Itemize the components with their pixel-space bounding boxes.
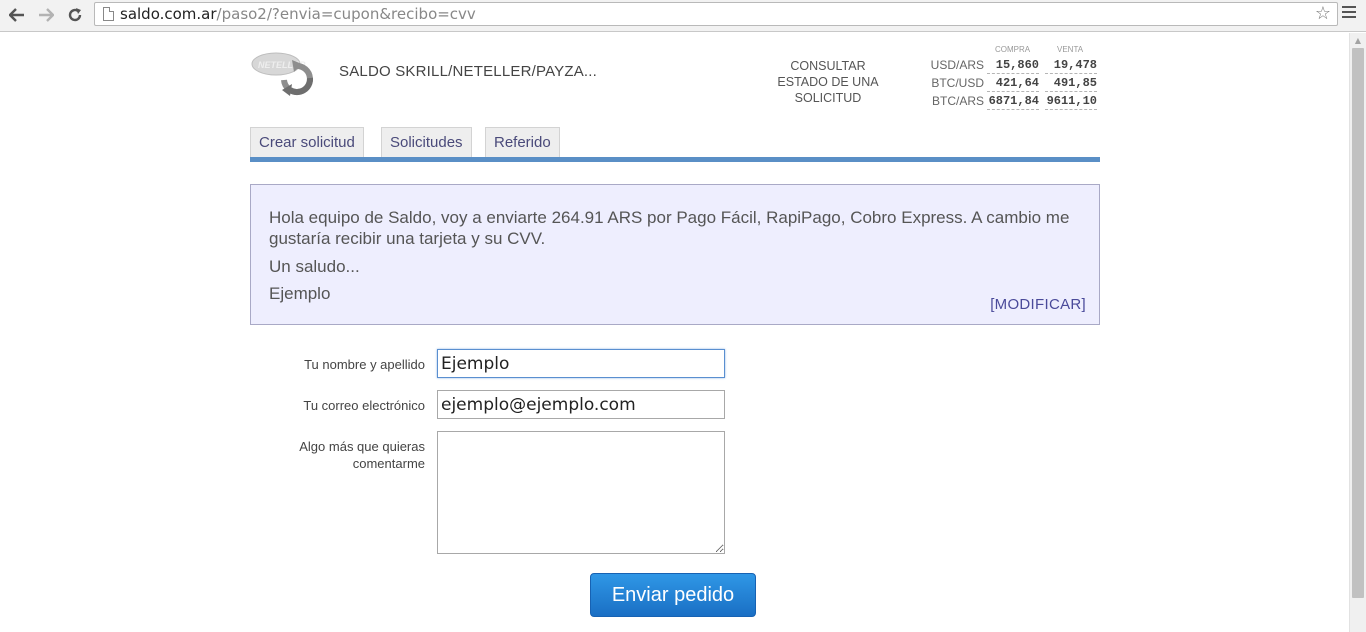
scroll-thumb[interactable] [1352, 48, 1364, 598]
rate-buy[interactable]: 6871,84 [987, 94, 1039, 110]
message-signature: Ejemplo [269, 284, 331, 303]
page-icon [103, 7, 114, 21]
email-label: Tu correo electrónico [303, 398, 425, 413]
message-text: Hola equipo de Saldo, voy a enviarte 264… [269, 208, 1070, 248]
name-input[interactable] [437, 349, 725, 378]
address-bar[interactable]: saldo.com.ar/paso2/?envia=cupon&recibo=c… [94, 2, 1338, 26]
site-title[interactable]: SALDO SKRILL/NETELLER/PAYZA... [339, 63, 597, 80]
tab-crear-solicitud[interactable]: Crear solicitud [250, 127, 364, 158]
site-logo[interactable]: NETELLER [250, 50, 322, 96]
name-label: Tu nombre y apellido [304, 357, 425, 372]
reload-icon [68, 8, 82, 22]
email-input[interactable] [437, 390, 725, 419]
modify-link[interactable]: [MODIFICAR] [990, 294, 1086, 315]
message-greeting: Un saludo... [269, 257, 360, 276]
rate-pair: USD/ARS [930, 58, 984, 72]
arrow-right-icon [39, 8, 54, 22]
tab-underline-bar [250, 157, 1100, 162]
hamburger-menu-icon[interactable] [1342, 6, 1356, 20]
scroll-up-arrow-icon[interactable]: ▲ [1350, 33, 1366, 47]
forward-button[interactable] [35, 4, 57, 26]
request-message-box: Hola equipo de Saldo, voy a enviarte 264… [250, 184, 1100, 325]
arrow-left-icon [9, 8, 24, 22]
comment-textarea[interactable] [437, 431, 725, 554]
rate-sell[interactable]: 9611,10 [1045, 94, 1097, 110]
reload-button[interactable] [64, 4, 86, 26]
rate-pair: BTC/ARS [931, 94, 984, 108]
column-header-sell: VENTA [1057, 45, 1084, 54]
url-text: saldo.com.ar/paso2/?envia=cupon&recibo=c… [120, 5, 476, 23]
tab-referido[interactable]: Referido [485, 127, 560, 158]
consultar-link[interactable]: CONSULTAR ESTADO DE UNA SOLICITUD [768, 58, 888, 106]
rate-pair: BTC/USD [931, 76, 984, 90]
browser-toolbar: saldo.com.ar/paso2/?envia=cupon&recibo=c… [0, 0, 1366, 32]
rate-buy[interactable]: 421,64 [987, 76, 1039, 92]
rate-sell[interactable]: 19,478 [1045, 58, 1097, 74]
vertical-scrollbar[interactable]: ▲ [1349, 33, 1366, 632]
tab-solicitudes[interactable]: Solicitudes [381, 127, 472, 158]
back-button[interactable] [6, 4, 28, 26]
star-icon[interactable]: ☆ [1315, 3, 1331, 24]
rate-buy[interactable]: 15,860 [987, 58, 1039, 74]
comment-label: Algo más que quieras comentarme [299, 439, 425, 471]
column-header-buy: COMPRA [995, 45, 1031, 54]
exchange-rates-table: COMPRA VENTA USD/ARS 15,860 19,478 BTC/U… [900, 44, 1100, 114]
submit-button[interactable]: Enviar pedido [590, 573, 756, 617]
rate-sell[interactable]: 491,85 [1045, 76, 1097, 92]
